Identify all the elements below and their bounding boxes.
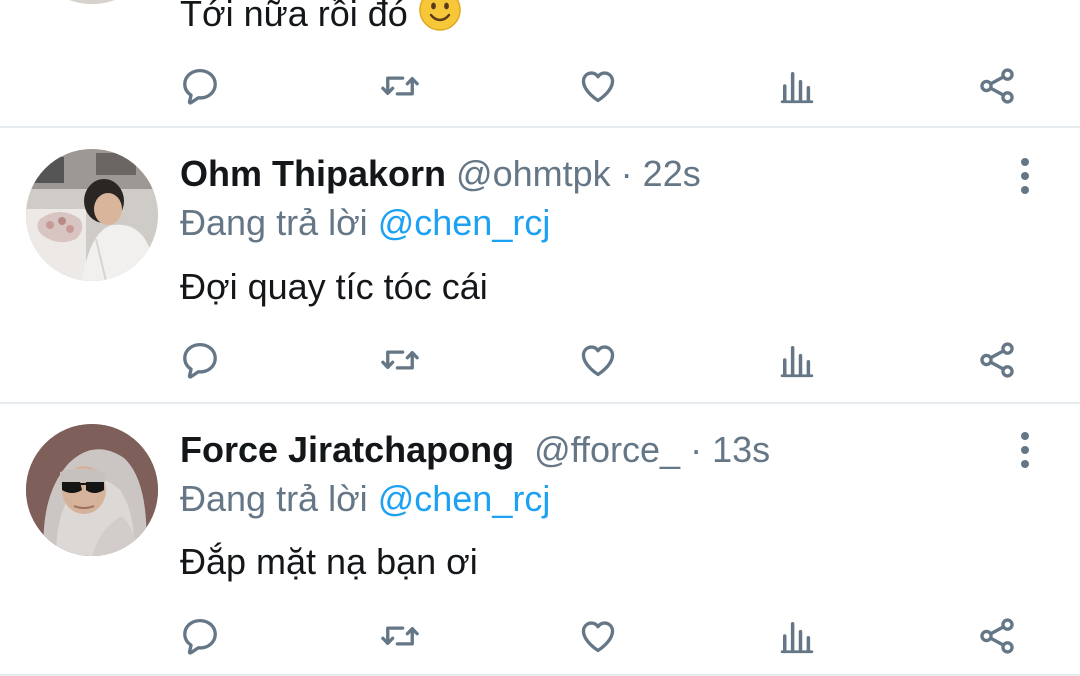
tweet-3[interactable]: Force Jiratchapong @fforce_ · 13s Đang t…	[0, 404, 1080, 676]
like-icon[interactable]	[573, 61, 623, 111]
stats-icon[interactable]	[772, 61, 822, 111]
share-icon[interactable]	[972, 61, 1022, 111]
tweet-feed: Tới nữa rồi đó Ohm Thipakorn @ohmtpk · 2…	[0, 0, 1080, 676]
display-name[interactable]: Ohm Thipakorn	[180, 153, 446, 194]
timestamp[interactable]: 13s	[712, 429, 770, 470]
user-handle[interactable]: @fforce_	[534, 429, 680, 470]
tweet-header: Force Jiratchapong @fforce_ · 13s	[180, 428, 770, 472]
retweet-icon[interactable]	[375, 335, 425, 385]
share-icon[interactable]	[972, 611, 1022, 661]
tweet-actions	[0, 335, 1080, 385]
retweet-icon[interactable]	[375, 61, 425, 111]
stats-icon[interactable]	[772, 335, 822, 385]
tweet-header: Ohm Thipakorn @ohmtpk · 22s	[180, 152, 701, 196]
tweet-text-content: Tới nữa rồi đó	[180, 0, 408, 34]
reply-icon[interactable]	[175, 335, 225, 385]
avatar[interactable]	[26, 424, 158, 556]
mention-link[interactable]: @chen_rcj	[378, 478, 551, 519]
reply-icon[interactable]	[175, 611, 225, 661]
more-options-icon[interactable]	[1005, 428, 1045, 472]
like-icon[interactable]	[573, 335, 623, 385]
avatar[interactable]	[26, 0, 158, 4]
tweet-actions	[0, 61, 1080, 111]
tweet-2[interactable]: Ohm Thipakorn @ohmtpk · 22s Đang trả lời…	[0, 128, 1080, 402]
reply-prefix: Đang trả lời	[180, 478, 368, 519]
more-options-icon[interactable]	[1005, 154, 1045, 198]
retweet-icon[interactable]	[375, 611, 425, 661]
user-handle[interactable]: @ohmtpk	[456, 153, 611, 194]
tweet-actions	[0, 611, 1080, 661]
mention-link[interactable]: @chen_rcj	[378, 202, 551, 243]
tweet-text: Đắp mặt nạ bạn ơi	[180, 541, 478, 582]
reply-context: Đang trả lời @chen_rcj	[180, 201, 550, 245]
like-icon[interactable]	[573, 611, 623, 661]
reply-icon[interactable]	[175, 61, 225, 111]
share-icon[interactable]	[972, 335, 1022, 385]
slightly-smiling-face-icon	[419, 0, 461, 31]
tweet-text: Đợi quay tíc tóc cái	[180, 266, 488, 307]
timestamp[interactable]: 22s	[643, 153, 701, 194]
stats-icon[interactable]	[772, 611, 822, 661]
reply-context: Đang trả lời @chen_rcj	[180, 477, 550, 521]
avatar[interactable]	[26, 149, 158, 281]
separator-dot: ·	[690, 429, 703, 470]
separator-dot: ·	[620, 153, 633, 194]
tweet-text: Tới nữa rồi đó	[180, 0, 462, 36]
reply-prefix: Đang trả lời	[180, 202, 368, 243]
display-name[interactable]: Force Jiratchapong	[180, 429, 514, 470]
tweet-1[interactable]: Tới nữa rồi đó	[0, 0, 1080, 126]
